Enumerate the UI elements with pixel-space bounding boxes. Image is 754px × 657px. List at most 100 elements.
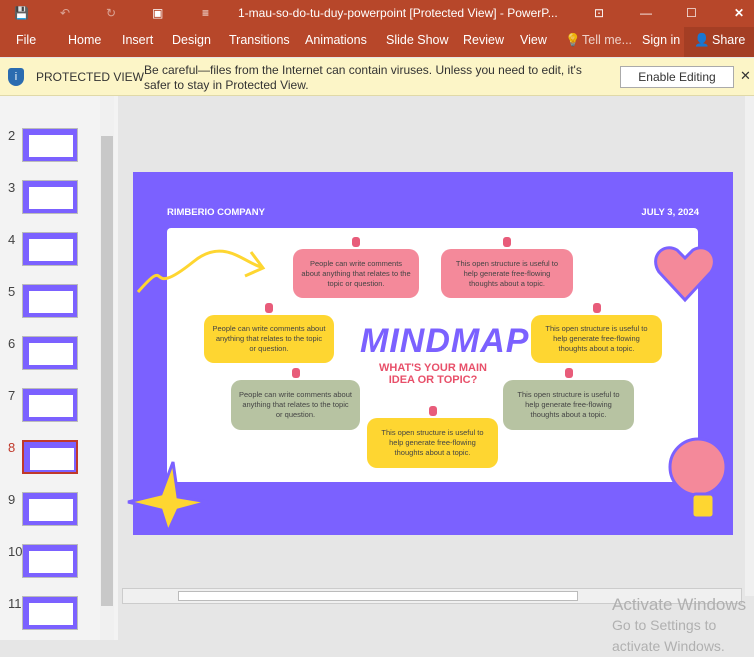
pushpin-icon — [352, 237, 360, 247]
tab-design[interactable]: Design — [172, 33, 211, 47]
slide-thumbnail[interactable]: 5 — [0, 284, 100, 324]
sign-in-link[interactable]: Sign in — [642, 33, 680, 47]
slide-number: 6 — [8, 336, 16, 351]
slide-title: MINDMAP — [360, 322, 530, 360]
share-label: Share — [712, 33, 746, 47]
tab-animations[interactable]: Animations — [305, 33, 367, 47]
slide-thumbnail[interactable]: 10 — [0, 544, 100, 584]
tell-me-search[interactable]: Tell me... — [582, 33, 632, 47]
note-card: People can write comments about anything… — [231, 368, 360, 430]
tab-slide-show[interactable]: Slide Show — [386, 33, 449, 47]
tab-review[interactable]: Review — [463, 33, 504, 47]
slide-thumbnail[interactable]: 2 — [0, 128, 100, 168]
ribbon-tabs: File Home Insert Design Transitions Anim… — [0, 27, 754, 57]
slide-number: 7 — [8, 388, 16, 403]
note-card: This open structure is useful to help ge… — [531, 303, 662, 363]
main-vertical-scrollbar[interactable] — [745, 96, 754, 596]
note-card: This open structure is useful to help ge… — [367, 406, 498, 468]
pushpin-icon — [564, 368, 573, 378]
pushpin-icon — [503, 237, 511, 247]
slide-number: 9 — [8, 492, 16, 507]
close-icon[interactable]: ✕ — [740, 68, 751, 84]
sparkle-icon — [127, 461, 209, 532]
slide-number: 4 — [8, 232, 16, 247]
watermark-line1: Activate Windows — [612, 595, 747, 614]
tab-file[interactable]: File — [16, 33, 36, 47]
presentation-icon[interactable]: ▣ — [152, 6, 163, 20]
slide-subtitle: WHAT'S YOUR MAIN IDEA OR TOPIC? — [379, 362, 487, 386]
tab-view[interactable]: View — [520, 33, 547, 47]
activate-windows-watermark: Activate Windows Go to Settings to activ… — [612, 594, 754, 657]
enable-editing-button[interactable]: Enable Editing — [620, 66, 734, 88]
thumbnail-image[interactable] — [22, 388, 78, 422]
note-text: This open structure is useful to help ge… — [517, 390, 620, 419]
tab-transitions[interactable]: Transitions — [229, 33, 290, 47]
thumbnail-image[interactable] — [22, 180, 78, 214]
slide-thumbnail[interactable]: 9 — [0, 492, 100, 532]
scrollbar-thumb[interactable] — [101, 136, 113, 606]
slide-number: 8 — [8, 440, 16, 455]
slide-thumbnail[interactable]: 11 — [0, 596, 100, 636]
company-name: RIMBERIO COMPANY — [167, 207, 265, 218]
slide-thumbnail-pane: 2 3 4 5 6 7 8 9 10 11 — [0, 96, 118, 640]
lightbulb-icon — [668, 437, 728, 520]
thumbnail-image[interactable] — [22, 440, 78, 474]
watermark-line2: Go to Settings to activate Windows. — [612, 617, 725, 654]
save-icon[interactable]: 💾 — [14, 6, 29, 20]
share-button[interactable]: 👤 Share — [684, 27, 754, 57]
thumbnail-image[interactable] — [22, 284, 78, 318]
note-text: This open structure is useful to help ge… — [545, 324, 648, 353]
thumbnail-image[interactable] — [22, 232, 78, 266]
slide-number: 3 — [8, 180, 16, 195]
slide-canvas[interactable]: RIMBERIO COMPANY JULY 3, 2024 People can… — [127, 172, 733, 535]
pushpin-icon — [428, 406, 437, 416]
ribbon-display-icon[interactable]: ⊡ — [594, 6, 604, 20]
note-card: People can write comments about anything… — [204, 303, 334, 363]
note-text: This open structure is useful to help ge… — [381, 428, 484, 457]
note-text: This open structure is useful to help ge… — [455, 258, 559, 288]
pushpin-icon — [592, 303, 601, 313]
slide-number: 2 — [8, 128, 16, 143]
note-card: People can write comments about anything… — [293, 237, 419, 298]
protected-view-bar: i PROTECTED VIEW Be careful—files from t… — [0, 58, 754, 96]
slide-date: JULY 3, 2024 — [641, 207, 699, 218]
customize-qat-icon[interactable]: ≡ — [202, 6, 209, 20]
title-bar: 💾 ↶ ↻ ▣ ≡ 1-mau-so-do-tu-duy-powerpoint … — [0, 0, 754, 27]
note-card: This open structure is useful to help ge… — [441, 237, 573, 298]
pushpin-icon — [291, 368, 300, 378]
slide-thumbnail[interactable]: 4 — [0, 232, 100, 272]
undo-icon[interactable]: ↶ — [60, 6, 70, 20]
note-text: People can write comments about anything… — [301, 258, 411, 288]
thumbnail-image[interactable] — [22, 544, 78, 578]
window-title: 1-mau-so-do-tu-duy-powerpoint [Protected… — [238, 6, 558, 20]
maximize-button[interactable]: ☐ — [686, 6, 697, 20]
minimize-button[interactable]: — — [640, 6, 652, 20]
shield-info-icon: i — [8, 68, 24, 86]
curly-arrow-icon — [136, 249, 266, 293]
heart-icon — [654, 246, 716, 303]
tab-insert[interactable]: Insert — [122, 33, 153, 47]
protected-view-message: Be careful—files from the Internet can c… — [144, 63, 582, 92]
thumbnail-image[interactable] — [22, 596, 78, 630]
slide-thumbnail[interactable]: 8 — [0, 440, 100, 480]
tab-home[interactable]: Home — [68, 33, 101, 47]
thumbnail-image[interactable] — [22, 336, 78, 370]
redo-icon[interactable]: ↻ — [106, 6, 116, 20]
thumbnail-image[interactable] — [22, 492, 78, 526]
note-text: People can write comments about anything… — [239, 390, 352, 419]
slide-number: 11 — [8, 596, 22, 611]
thumbnail-scrollbar[interactable] — [100, 96, 114, 640]
note-text: People can write comments about anything… — [212, 324, 326, 353]
slide-number: 10 — [8, 544, 23, 559]
note-card: This open structure is useful to help ge… — [503, 368, 634, 430]
close-button[interactable]: ✕ — [734, 6, 744, 20]
slide-number: 5 — [8, 284, 16, 299]
thumbnail-image[interactable] — [22, 128, 78, 162]
slide-thumbnail[interactable]: 7 — [0, 388, 100, 428]
person-icon: 👤 — [694, 33, 710, 47]
pushpin-icon — [265, 303, 273, 313]
scrollbar-thumb[interactable] — [178, 591, 578, 601]
lightbulb-icon: 💡 — [565, 33, 581, 47]
slide-thumbnail[interactable]: 3 — [0, 180, 100, 220]
slide-thumbnail[interactable]: 6 — [0, 336, 100, 376]
